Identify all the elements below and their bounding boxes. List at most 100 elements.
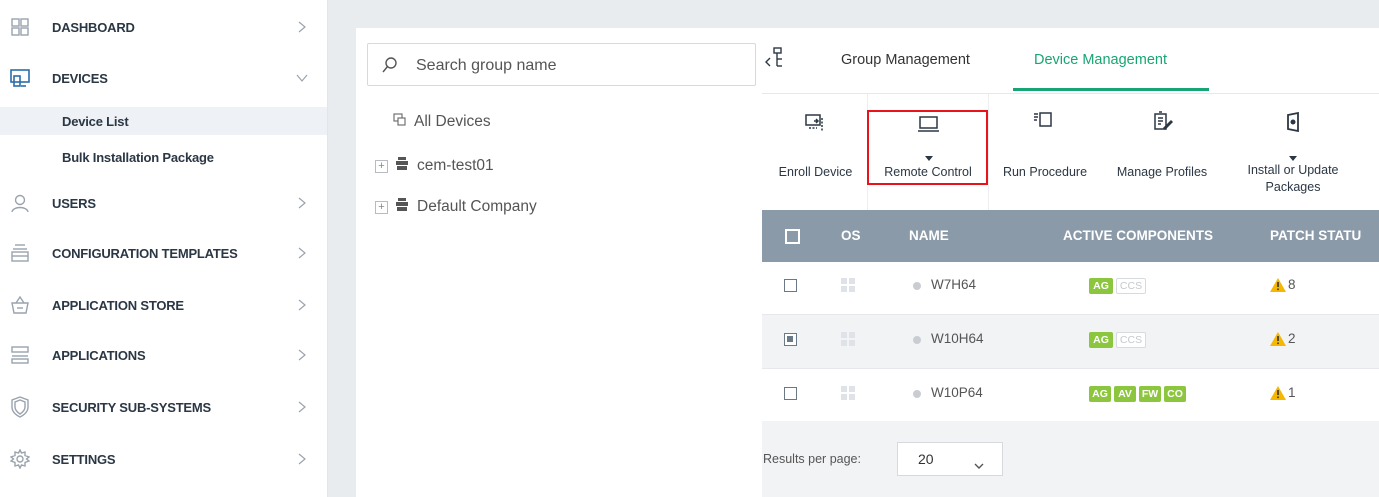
component-badge: AG: [1089, 278, 1113, 294]
package-icon: [1283, 111, 1303, 137]
user-icon: [8, 191, 32, 215]
tree-item-cem-test01[interactable]: + cem-test01: [375, 157, 494, 175]
device-name[interactable]: W10P64: [931, 385, 983, 400]
warning-icon: [1270, 278, 1286, 297]
company-icon: [396, 157, 408, 175]
column-header-name[interactable]: NAME: [909, 228, 949, 243]
chevron-right-icon: [296, 401, 308, 413]
sidebar-item-applications[interactable]: APPLICATIONS: [0, 330, 327, 380]
windows-icon: [841, 386, 855, 400]
enroll-device-button[interactable]: Enroll Device: [764, 94, 867, 210]
expand-icon[interactable]: +: [375, 159, 388, 173]
tree-item-label: All Devices: [414, 113, 491, 130]
tool-label: Manage Profiles: [1116, 165, 1208, 179]
component-badge: FW: [1139, 386, 1161, 402]
row-checkbox[interactable]: [784, 279, 797, 292]
tree-item-label: Default Company: [417, 198, 537, 215]
windows-icon: [841, 332, 855, 346]
sidebar-item-dashboard[interactable]: DASHBOARD: [0, 2, 327, 52]
sidebar-subitem-device-list[interactable]: Device List: [0, 107, 327, 135]
remote-control-button[interactable]: Remote Control: [868, 94, 988, 210]
chevron-right-icon: [296, 247, 308, 259]
search-input[interactable]: [414, 52, 738, 80]
search-icon: [382, 56, 398, 79]
device-name[interactable]: W7H64: [931, 277, 976, 292]
column-header-active-components[interactable]: ACTIVE COMPONENTS: [1063, 228, 1213, 243]
column-header-patch-status[interactable]: PATCH STATU: [1270, 228, 1361, 243]
sidebar-item-configuration-templates[interactable]: CONFIGURATION TEMPLATES: [0, 228, 327, 278]
sidebar-item-label: CONFIGURATION TEMPLATES: [52, 245, 238, 261]
patch-count[interactable]: 8: [1288, 277, 1296, 292]
component-badge: CCS: [1116, 278, 1146, 294]
status-dot: [913, 390, 921, 398]
expand-icon[interactable]: +: [375, 200, 388, 214]
column-header-os[interactable]: OS: [841, 228, 861, 243]
sidebar-item-settings[interactable]: SETTINGS: [0, 434, 327, 484]
sidebar-item-label: DASHBOARD: [52, 19, 135, 35]
gear-icon: [8, 447, 32, 471]
sidebar-item-users[interactable]: USERS: [0, 178, 327, 228]
row-checkbox[interactable]: [784, 387, 797, 400]
chevron-right-icon: [296, 453, 308, 465]
chevron-right-icon: [296, 299, 308, 311]
run-procedure-icon: [1033, 111, 1053, 134]
sidebar-item-label: USERS: [52, 195, 96, 211]
sidebar-subitem-bulk-installation[interactable]: Bulk Installation Package: [0, 143, 327, 171]
select-all-checkbox[interactable]: [785, 229, 800, 244]
component-badge: AV: [1114, 386, 1136, 402]
component-badge: AG: [1089, 332, 1113, 348]
sidebar-item-label: DEVICES: [52, 70, 108, 86]
chevron-down-icon: [974, 456, 984, 474]
collapse-tree-icon[interactable]: [764, 46, 786, 75]
patch-count[interactable]: 2: [1288, 331, 1296, 346]
patch-count[interactable]: 1: [1288, 385, 1296, 400]
status-dot: [913, 336, 921, 344]
sidebar-item-devices[interactable]: DEVICES: [0, 53, 327, 103]
component-badge: CO: [1164, 386, 1186, 402]
chevron-right-icon: [296, 21, 308, 33]
sidebar-subitem-label: Device List: [62, 113, 129, 129]
tree-item-label: cem-test01: [417, 157, 494, 174]
chevron-down-icon: [296, 72, 308, 84]
tab-device-management[interactable]: Device Management: [1034, 52, 1167, 68]
manage-profiles-icon: [1153, 111, 1174, 136]
sidebar-item-security-sub-systems[interactable]: SECURITY SUB-SYSTEMS: [0, 382, 327, 432]
warning-icon: [1270, 332, 1286, 351]
windows-icon: [841, 278, 855, 292]
sidebar-item-label: APPLICATION STORE: [52, 297, 184, 313]
tool-label: Enroll Device: [778, 165, 853, 179]
chevron-right-icon: [296, 197, 308, 209]
status-dot: [913, 282, 921, 290]
basket-icon: [8, 293, 32, 317]
applications-icon: [8, 343, 32, 367]
chevron-right-icon: [296, 349, 308, 361]
tree-item-default-company[interactable]: + Default Company: [375, 198, 537, 216]
sidebar-item-label: SETTINGS: [52, 451, 116, 467]
row-checkbox[interactable]: [784, 333, 797, 346]
active-tab-indicator: [1013, 88, 1209, 91]
device-name[interactable]: W10H64: [931, 331, 984, 346]
manage-profiles-button[interactable]: Manage Profiles: [1101, 94, 1223, 210]
component-badge: AG: [1089, 386, 1111, 402]
sidebar-item-application-store[interactable]: APPLICATION STORE: [0, 280, 327, 330]
warning-icon: [1270, 386, 1286, 405]
results-per-page-value: 20: [918, 451, 934, 467]
install-update-packages-button[interactable]: Install or Update Packages: [1223, 94, 1363, 210]
group-tree-panel: [356, 28, 762, 497]
dashboard-grid-icon: [8, 15, 32, 39]
tool-label: Remote Control: [884, 165, 972, 179]
sidebar-item-label: APPLICATIONS: [52, 347, 146, 363]
tool-label: Install or Update Packages: [1247, 163, 1339, 194]
tree-item-all-devices[interactable]: All Devices: [393, 113, 491, 131]
results-per-page-select[interactable]: 20: [897, 442, 1003, 476]
tab-group-management[interactable]: Group Management: [841, 52, 970, 68]
group-search-box[interactable]: [367, 43, 756, 86]
all-devices-icon: [393, 113, 406, 131]
component-badge: CCS: [1116, 332, 1146, 348]
sidebar-subitem-label: Bulk Installation Package: [62, 149, 214, 165]
devices-icon: [8, 66, 32, 90]
run-procedure-button[interactable]: Run Procedure: [989, 94, 1101, 210]
enroll-device-icon: [805, 114, 825, 137]
company-icon: [396, 198, 408, 216]
results-per-page-label: Results per page:: [763, 452, 861, 466]
